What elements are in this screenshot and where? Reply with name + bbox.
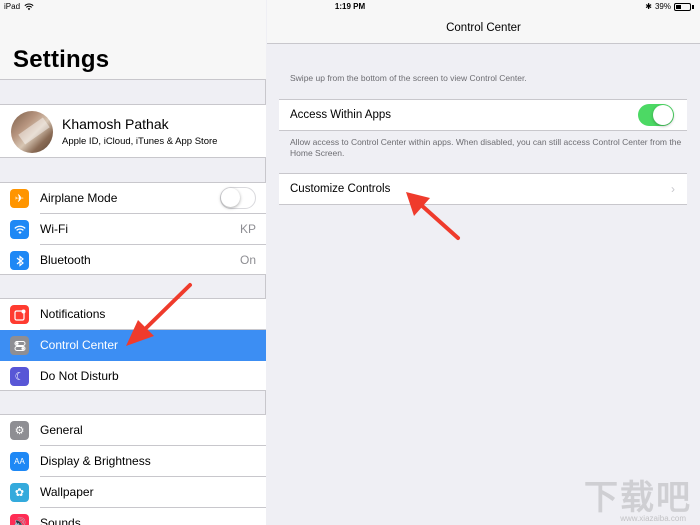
sidebar-item-wallpaper[interactable]: ✿ Wallpaper (0, 477, 266, 508)
sidebar-item-label: Do Not Disturb (40, 369, 119, 383)
profile-subtitle: Apple ID, iCloud, iTunes & App Store (62, 136, 218, 147)
connectivity-group: ✈ Airplane Mode Wi-Fi KP Bluetooth On (0, 182, 266, 275)
access-within-apps-row: Access Within Apps (279, 99, 687, 131)
moon-icon: ☾ (10, 367, 29, 386)
battery-icon (674, 2, 691, 11)
status-bar: iPad 1:19 PM ✱ 39% (0, 0, 700, 14)
sidebar-item-general[interactable]: ⚙ General (0, 415, 266, 446)
access-within-apps-toggle[interactable] (638, 104, 674, 126)
access-within-apps-label: Access Within Apps (290, 109, 391, 121)
sidebar-item-wifi[interactable]: Wi-Fi KP (0, 214, 266, 245)
annotation-arrow-control-center (126, 283, 192, 346)
chevron-right-icon: › (671, 182, 675, 196)
sidebar-item-display-brightness[interactable]: AA Display & Brightness (0, 446, 266, 477)
bluetooth-value: On (239, 253, 256, 267)
watermark-logo: 下载吧 (584, 479, 692, 517)
display-icon: AA (10, 452, 29, 471)
sidebar-item-sounds[interactable]: 🔊 Sounds (0, 508, 266, 525)
avatar (11, 111, 53, 153)
bluetooth-status-icon: ✱ (645, 2, 652, 11)
customize-controls-row[interactable]: Customize Controls › (279, 173, 687, 205)
sidebar-item-label: General (40, 423, 83, 437)
sidebar-item-do-not-disturb[interactable]: ☾ Do Not Disturb (0, 361, 266, 392)
sidebar-title: Settings (13, 46, 110, 73)
sidebar-item-airplane-mode[interactable]: ✈ Airplane Mode (0, 183, 266, 214)
bluetooth-icon (10, 251, 29, 270)
detail-title: Control Center (446, 22, 521, 34)
sidebar-item-label: Wallpaper (40, 485, 94, 499)
sidebar-item-label: Control Center (40, 338, 119, 352)
watermark-url: www.xiazaiba.com (620, 514, 686, 523)
general-group: ⚙ General AA Display & Brightness ✿ Wall… (0, 414, 266, 525)
airplane-mode-toggle[interactable] (220, 187, 256, 209)
sidebar-item-label: Notifications (40, 307, 106, 321)
airplane-icon: ✈ (10, 189, 29, 208)
sidebar-item-bluetooth[interactable]: Bluetooth On (0, 245, 266, 276)
sidebar-item-label: Display & Brightness (40, 454, 151, 468)
access-note: Allow access to Control Center within ap… (290, 137, 682, 158)
control-center-icon (10, 336, 29, 355)
sidebar-item-label: Sounds (40, 516, 81, 525)
wifi-value: KP (239, 222, 256, 236)
sidebar-item-label: Bluetooth (40, 253, 91, 267)
sidebar-item-label: Wi-Fi (40, 222, 68, 236)
notifications-icon (10, 305, 29, 324)
sidebar-item-label: Airplane Mode (40, 191, 118, 205)
settings-sidebar: Settings Khamosh Pathak Apple ID, iCloud… (0, 0, 266, 525)
annotation-arrow-customize-controls (406, 192, 460, 240)
wifi-icon (10, 220, 29, 239)
wallpaper-icon: ✿ (10, 483, 29, 502)
control-center-detail: Control Center Swipe up from the bottom … (267, 0, 700, 525)
profile-row[interactable]: Khamosh Pathak Apple ID, iCloud, iTunes … (0, 104, 266, 158)
profile-name: Khamosh Pathak (62, 116, 169, 132)
status-time: 1:19 PM (334, 2, 366, 11)
customize-controls-label: Customize Controls (290, 183, 391, 195)
intro-note: Swipe up from the bottom of the screen t… (290, 73, 527, 83)
battery-percent: 39% (654, 2, 671, 11)
sounds-icon: 🔊 (10, 514, 29, 525)
gear-icon: ⚙ (10, 421, 29, 440)
